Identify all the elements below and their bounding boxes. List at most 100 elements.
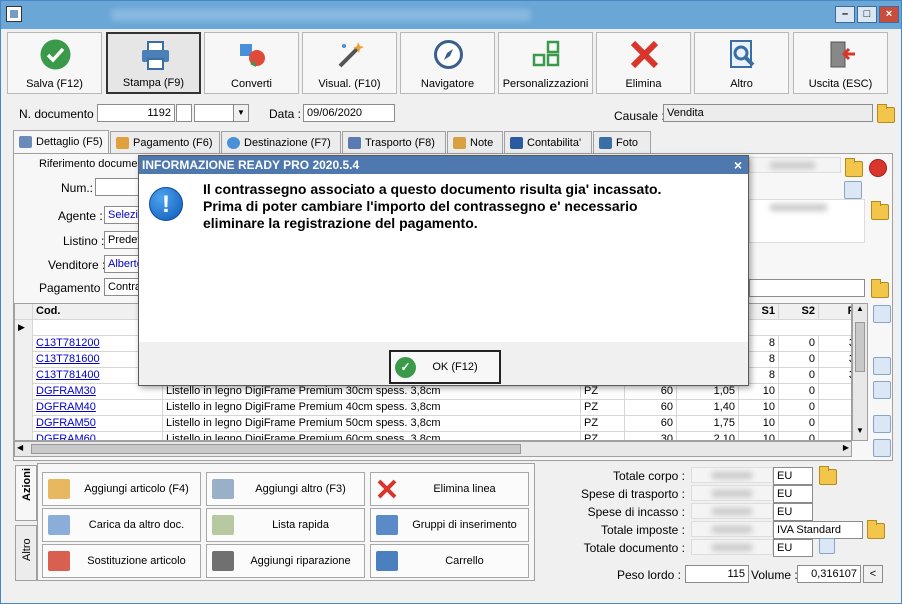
- tab-dettaglio[interactable]: Dettaglio (F5): [13, 130, 109, 155]
- venditore-label: Venditore :: [48, 258, 106, 272]
- cell-s2: 0: [779, 384, 819, 400]
- agente-input[interactable]: Selezio: [104, 206, 140, 224]
- dialog-close-icon[interactable]: ×: [734, 157, 742, 173]
- save-button[interactable]: Salva (F12): [7, 32, 102, 94]
- scroll-left-icon[interactable]: ◀: [17, 443, 23, 452]
- navigator-button[interactable]: Navigatore: [400, 32, 495, 94]
- carrello-button[interactable]: Carrello: [370, 544, 529, 578]
- table-row[interactable]: DGFRAM30 Listello in legno DigiFrame Prem…: [15, 384, 851, 400]
- row-settings-icon[interactable]: [873, 415, 891, 433]
- grid-icon: [532, 40, 560, 67]
- col-s2[interactable]: S2: [779, 304, 819, 320]
- iva-field[interactable]: IVA Standard: [773, 521, 863, 539]
- volume-input[interactable]: 0,316107: [797, 565, 861, 583]
- pagamento-input[interactable]: Contra: [104, 278, 140, 296]
- cell-s2: 0: [779, 336, 819, 352]
- tab-foto[interactable]: Foto: [593, 131, 651, 154]
- table-row[interactable]: DGFRAM50 Listello in legno DigiFrame Prem…: [15, 416, 851, 432]
- peso-lordo-input[interactable]: 115: [685, 565, 749, 583]
- dialog-title: INFORMAZIONE READY PRO 2020.5.4: [139, 156, 748, 174]
- other-button[interactable]: Altro: [694, 32, 789, 94]
- save-label: Salva (F12): [26, 78, 83, 90]
- cell-s2: 0: [779, 416, 819, 432]
- grid-horizontal-scrollbar[interactable]: ◀ ▶: [14, 441, 852, 457]
- vtab-altro[interactable]: Altro: [15, 525, 37, 581]
- gruppi-inserimento-button[interactable]: Gruppi di inserimento: [370, 508, 529, 542]
- convert-button[interactable]: Converti: [204, 32, 299, 94]
- hscroll-thumb[interactable]: [31, 444, 521, 454]
- customize-button[interactable]: Personalizzazioni: [498, 32, 593, 94]
- row-copy-icon[interactable]: [873, 439, 891, 457]
- tab-destinazione[interactable]: Destinazione (F7): [221, 131, 341, 154]
- pagamento-folder-icon[interactable]: [871, 279, 889, 298]
- move-down-icon[interactable]: [873, 381, 891, 399]
- scroll-up-icon[interactable]: ▲: [853, 304, 867, 318]
- carica-altro-doc-button[interactable]: Carica da altro doc.: [42, 508, 201, 542]
- move-up-icon[interactable]: [873, 357, 891, 375]
- window-title: [111, 9, 531, 21]
- iva-folder-icon[interactable]: [867, 520, 885, 539]
- customer-folder-icon[interactable]: [845, 158, 863, 177]
- replace-article-icon: [48, 551, 70, 571]
- row-selector: [15, 352, 33, 368]
- cell-cod[interactable]: DGFRAM60: [33, 432, 163, 440]
- aggiungi-altro-button[interactable]: Aggiungi altro (F3): [206, 472, 365, 506]
- pagamento-detail-field[interactable]: [749, 279, 865, 297]
- row-selector: [15, 384, 33, 400]
- table-row[interactable]: DGFRAM40 Listello in legno DigiFrame Prem…: [15, 400, 851, 416]
- grid-vertical-scrollbar[interactable]: ▲ ▼: [852, 303, 868, 441]
- print-button[interactable]: Stampa (F9): [106, 32, 201, 94]
- move-updown-icon[interactable]: [873, 305, 891, 323]
- view-button[interactable]: Visual. (F10): [302, 32, 397, 94]
- exit-button[interactable]: Uscita (ESC): [793, 32, 888, 94]
- scroll-right-icon[interactable]: ▶: [843, 443, 849, 452]
- sostituzione-articolo-button[interactable]: Sostituzione articolo: [42, 544, 201, 578]
- n-documento-suffix[interactable]: [176, 104, 192, 122]
- customer-detail-icon[interactable]: [844, 181, 862, 199]
- num-input[interactable]: [95, 178, 139, 196]
- vtab-azioni[interactable]: Azioni: [15, 465, 37, 521]
- scroll-thumb[interactable]: [855, 322, 865, 372]
- zoom-icon[interactable]: [819, 538, 835, 554]
- data-input[interactable]: 09/06/2020: [303, 104, 395, 122]
- cell-p: [819, 416, 851, 432]
- series-dropdown-arrow[interactable]: ▼: [233, 104, 249, 122]
- causale-folder-icon[interactable]: [877, 104, 895, 123]
- lista-rapida-button[interactable]: Lista rapida: [206, 508, 365, 542]
- n-documento-input[interactable]: 1192: [97, 104, 175, 122]
- tab-pagamento[interactable]: Pagamento (F6): [110, 131, 220, 154]
- maximize-button[interactable]: □: [857, 6, 877, 23]
- venditore-input[interactable]: Alberto: [104, 255, 140, 273]
- close-window-button[interactable]: ×: [879, 6, 899, 23]
- tab-note[interactable]: Note: [447, 131, 503, 154]
- table-row[interactable]: DGFRAM60 Listello in legno DigiFrame Prem…: [15, 432, 851, 440]
- dialog-body: ! Il contrassegno associato a questo doc…: [139, 174, 748, 342]
- cell-cod[interactable]: DGFRAM30: [33, 384, 163, 400]
- address-folder-icon[interactable]: [871, 201, 889, 220]
- series-select[interactable]: [194, 104, 234, 122]
- row-selector: [15, 400, 33, 416]
- scroll-down-icon[interactable]: ▼: [853, 426, 867, 440]
- elimina-linea-button[interactable]: Elimina linea: [370, 472, 529, 506]
- minimize-button[interactable]: –: [835, 6, 855, 23]
- row-selector: [15, 416, 33, 432]
- title-bar[interactable]: – □ ×: [1, 1, 901, 29]
- tab-contabilita[interactable]: Contabilita': [504, 131, 592, 154]
- tab-trasporto[interactable]: Trasporto (F8): [342, 131, 446, 154]
- cell-p: [819, 400, 851, 416]
- aggiungi-riparazione-button[interactable]: Aggiungi riparazione: [206, 544, 365, 578]
- causale-input[interactable]: Vendita: [663, 104, 873, 122]
- volume-calc-button[interactable]: <: [863, 565, 883, 583]
- cell-cod[interactable]: DGFRAM40: [33, 400, 163, 416]
- aggiungi-articolo-button[interactable]: Aggiungi articolo (F4): [42, 472, 201, 506]
- totale-imposte-value: [691, 521, 773, 537]
- totale-corpo-folder-icon[interactable]: [819, 466, 837, 485]
- col-p[interactable]: P: [819, 304, 851, 320]
- cell-s2: 0: [779, 368, 819, 384]
- ok-button[interactable]: ✓ OK (F12): [389, 350, 501, 384]
- delete-button[interactable]: Elimina: [596, 32, 691, 94]
- clear-customer-icon[interactable]: [869, 159, 887, 177]
- listino-input[interactable]: Predef: [104, 231, 140, 249]
- n-documento-label: N. documento :: [19, 107, 101, 121]
- cell-cod[interactable]: DGFRAM50: [33, 416, 163, 432]
